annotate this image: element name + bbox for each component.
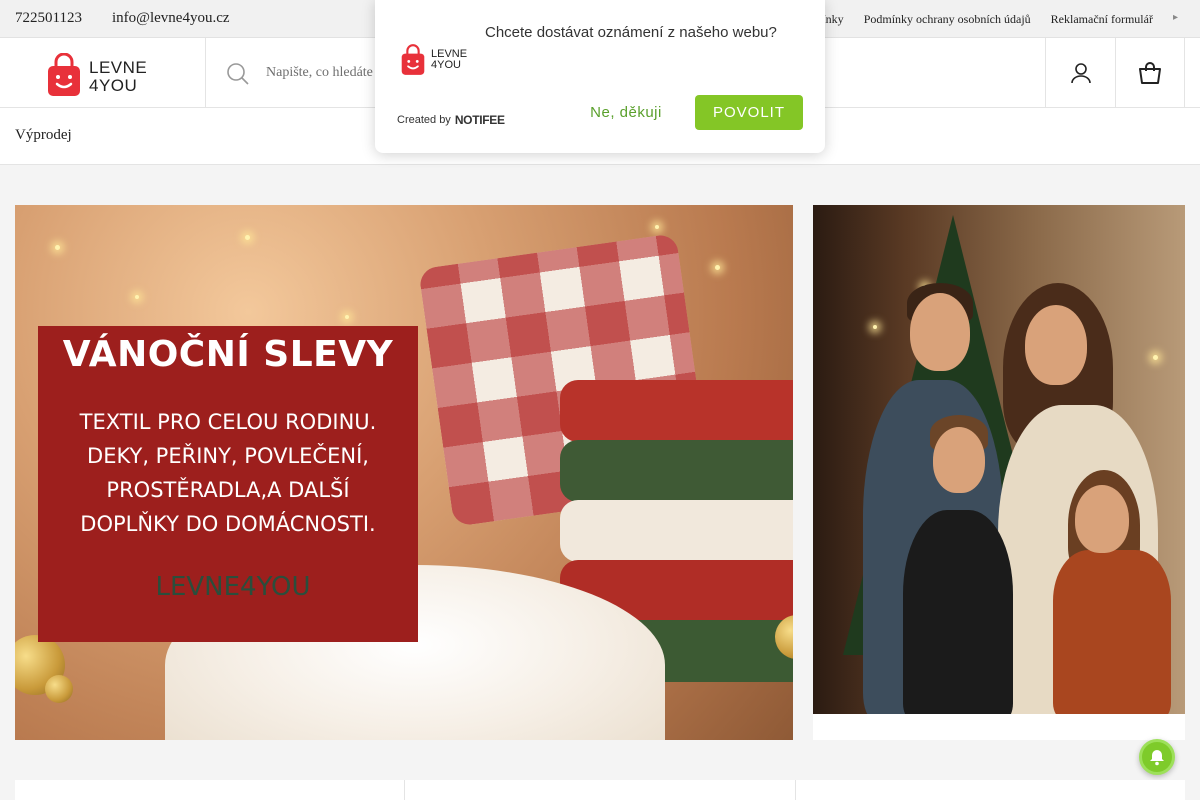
email-link[interactable]: info@levne4you.cz — [112, 10, 230, 27]
promo-line: PROSTĚRADLA,A DALŠÍ — [106, 478, 350, 502]
shopping-bag-logo-icon — [401, 44, 425, 75]
person-boy — [903, 510, 1013, 714]
promo-line: TEXTIL PRO CELOU RODINU. — [79, 410, 377, 434]
face — [910, 293, 970, 371]
logo-line-1: LEVNE — [89, 58, 148, 77]
dialog-logo-wordmark: LEVNE 4YOU — [431, 49, 467, 71]
decline-button[interactable]: Ne, děkuji — [581, 100, 671, 124]
allow-button[interactable]: POVOLIT — [695, 95, 803, 130]
fairy-light — [135, 295, 139, 299]
promo-line: DOPLŇKY DO DOMÁCNOSTI. — [80, 512, 376, 536]
category-cards-row — [15, 780, 1185, 800]
bell-icon — [1150, 750, 1164, 766]
promo-banner-main[interactable]: VÁNOČNÍ SLEVY TEXTIL PRO CELOU RODINU. D… — [15, 205, 793, 740]
fairy-light — [715, 265, 720, 270]
promo-text-box: VÁNOČNÍ SLEVY TEXTIL PRO CELOU RODINU. D… — [38, 326, 418, 642]
search-icon[interactable] — [226, 62, 250, 86]
notification-bell-button[interactable] — [1139, 739, 1175, 775]
top-link-complaint-form[interactable]: Reklamační formulář — [1051, 12, 1153, 27]
promo-line: DEKY, PEŘINY, POVLEČENÍ, — [87, 444, 369, 468]
fairy-light — [245, 235, 250, 240]
face — [1025, 305, 1087, 385]
folded-blanket-red — [560, 380, 793, 442]
fairy-light — [655, 225, 659, 229]
top-link-privacy[interactable]: Podmínky ochrany osobních údajů — [864, 12, 1031, 27]
dialog-logo-line-2: 4YOU — [431, 59, 461, 71]
top-links: mínky Podmínky ochrany osobních údajů Re… — [813, 12, 1178, 27]
logo-line-2: 4YOU — [89, 76, 138, 95]
card-divider — [404, 780, 405, 800]
dialog-logo: LEVNE 4YOU — [401, 44, 471, 76]
dialog-message: Chcete dostávat oznámení z našeho webu? — [485, 24, 777, 41]
fairy-light — [55, 245, 60, 250]
promo-title: VÁNOČNÍ SLEVY — [62, 334, 394, 375]
promo-banner-family[interactable] — [813, 205, 1185, 740]
face — [1075, 485, 1129, 553]
fairy-light — [1153, 355, 1158, 360]
site-logo[interactable]: LEVNE 4YOU — [47, 49, 157, 99]
dialog-credit: Created by NOTIFEE — [397, 113, 505, 127]
header-divider — [1184, 38, 1185, 108]
phone-link[interactable]: 722501123 — [15, 10, 82, 27]
logo-wordmark: LEVNE 4YOU — [89, 59, 147, 95]
shopping-bag-icon — [1139, 62, 1161, 84]
folded-blanket-green — [560, 440, 793, 502]
notifee-brand[interactable]: NOTIFEE — [455, 113, 505, 127]
created-by-label: Created by — [397, 114, 451, 126]
person-girl — [1053, 550, 1171, 714]
nav-item-sale[interactable]: Výprodej — [15, 127, 72, 144]
family-christmas-photo — [813, 205, 1185, 714]
folded-blanket-cream — [560, 500, 793, 562]
fairy-light — [873, 325, 877, 329]
more-links-icon[interactable]: ▸ — [1173, 12, 1178, 27]
promo-brand: LEVNE4YOU — [155, 572, 311, 602]
header-divider — [205, 38, 206, 108]
push-permission-dialog: LEVNE 4YOU Chcete dostávat oznámení z na… — [375, 0, 825, 153]
account-button[interactable] — [1046, 38, 1116, 108]
cart-button[interactable] — [1116, 38, 1184, 108]
face — [933, 427, 985, 493]
shopping-bag-logo-icon — [48, 53, 80, 96]
card-divider — [795, 780, 796, 800]
fairy-light — [345, 315, 349, 319]
gold-ornament — [45, 675, 73, 703]
user-icon — [1071, 63, 1091, 84]
